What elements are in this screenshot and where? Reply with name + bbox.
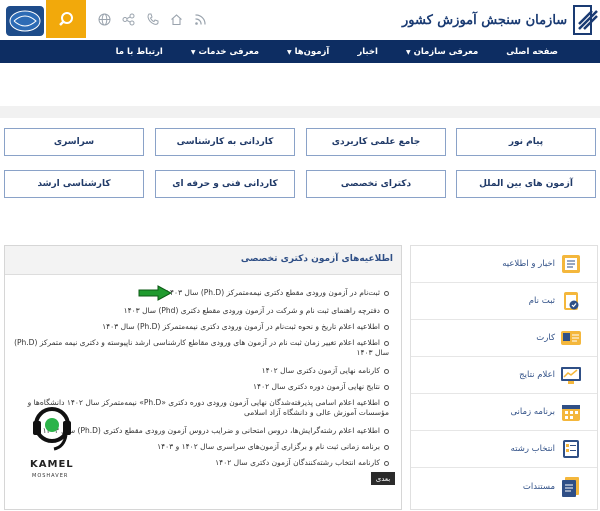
sidebar-item-label: اعلام نتایج xyxy=(519,370,555,380)
announcement-item[interactable]: اطلاعیه اعلام تغییر زمان ثبت نام در آزمو… xyxy=(14,338,389,358)
chevron-down-icon: ▼ xyxy=(190,48,196,56)
secondary-logo[interactable] xyxy=(6,6,44,36)
panel-header: اطلاعیه‌های آزمون دکتری تخصصی xyxy=(5,246,401,275)
exam-button-payam-noor[interactable]: پیام نور xyxy=(456,128,596,156)
more-button[interactable]: بعدی xyxy=(371,472,395,485)
nav-news[interactable]: اخبار xyxy=(343,47,392,57)
sidebar: اخبار و اطلاعیه ثبت نام کارت اعلام نتایج… xyxy=(410,245,598,510)
header-icon-row xyxy=(96,8,208,30)
rss-icon[interactable] xyxy=(192,11,208,27)
bullet-icon xyxy=(384,384,389,390)
announcement-item[interactable]: ثبت‌نام در آزمون ورودی مقطع دکتری نیمه‌م… xyxy=(14,288,389,298)
sidebar-item-results[interactable]: اعلام نتایج xyxy=(411,357,597,394)
bullet-icon xyxy=(384,324,389,330)
exam-button-phd[interactable]: دکترای تخصصی xyxy=(306,170,446,198)
bullet-icon xyxy=(384,444,389,450)
home-icon[interactable] xyxy=(168,11,184,27)
arrow-right-icon xyxy=(138,285,173,301)
bullet-icon xyxy=(384,308,389,314)
nav-home[interactable]: صفحه اصلی xyxy=(492,47,572,57)
bullet-icon xyxy=(384,428,389,434)
calendar-icon xyxy=(559,400,583,424)
nav-services[interactable]: معرفی خدمات▼ xyxy=(177,47,273,57)
announcement-item[interactable]: نتایج نهایی آزمون دوره دکتری سال ۱۴۰۲ xyxy=(14,382,389,392)
org-emblem-icon xyxy=(573,5,599,35)
main-nav: صفحه اصلی معرفی سازمان▼ اخبار آزمون‌ها▼ … xyxy=(0,40,600,63)
org-logo[interactable]: سازمان سنجش آموزش کشور xyxy=(402,4,599,36)
sidebar-item-label: مستندات xyxy=(522,481,555,492)
exam-button-technical-vocational[interactable]: کاردانی فنی و حرفه ای xyxy=(155,170,295,198)
sidebar-item-schedule[interactable]: برنامه زمانی xyxy=(411,394,597,431)
sidebar-item-news[interactable]: اخبار و اطلاعیه xyxy=(411,246,597,283)
id-card-icon xyxy=(559,326,583,350)
chevron-down-icon: ▼ xyxy=(405,48,411,56)
nav-exams[interactable]: آزمون‌ها▼ xyxy=(273,47,343,57)
bullet-icon xyxy=(384,368,389,374)
bullet-icon xyxy=(384,290,389,296)
sidebar-item-field-selection[interactable]: انتخاب رشته xyxy=(411,431,597,468)
clipboard-check-icon xyxy=(559,289,583,313)
documents-icon xyxy=(559,475,583,499)
seal-icon xyxy=(9,10,41,32)
checklist-icon xyxy=(559,437,583,461)
announcement-item[interactable]: کارنامه نهایی آزمون دکتری سال ۱۴۰۲ xyxy=(14,366,389,376)
header: سازمان سنجش آموزش کشور xyxy=(0,0,600,40)
divider-band xyxy=(0,106,600,118)
sidebar-item-label: کارت xyxy=(536,333,555,343)
sidebar-item-label: اخبار و اطلاعیه xyxy=(502,259,555,269)
search-icon xyxy=(59,12,73,26)
exam-button-associate-to-bachelor[interactable]: کاردانی به کارشناسی xyxy=(155,128,295,156)
nav-contact[interactable]: ارتباط با ما xyxy=(102,47,177,57)
bullet-icon xyxy=(384,400,389,406)
sidebar-item-registration[interactable]: ثبت نام xyxy=(411,283,597,320)
exam-button-national[interactable]: سراسری xyxy=(4,128,144,156)
share-icon[interactable] xyxy=(120,11,136,27)
exam-button-international[interactable]: آزمون های بین الملل xyxy=(456,170,596,198)
announcement-item[interactable]: دفترچه راهنمای ثبت نام و شرکت در آزمون و… xyxy=(14,306,389,316)
chart-screen-icon xyxy=(559,363,583,387)
sidebar-item-documents[interactable]: مستندات xyxy=(411,468,597,505)
sidebar-item-card[interactable]: کارت xyxy=(411,320,597,357)
sidebar-item-label: انتخاب رشته xyxy=(510,444,555,454)
watermark-logo: KAMEL MOSHAVER xyxy=(30,395,80,495)
sidebar-item-label: برنامه زمانی xyxy=(510,407,555,417)
announcement-item[interactable]: اطلاعیه اعلام تاریخ و نحوه ثبت‌نام در آز… xyxy=(14,322,389,332)
exam-button-masters[interactable]: کارشناسی ارشد xyxy=(4,170,144,198)
org-name: سازمان سنجش آموزش کشور xyxy=(402,12,568,28)
search-button[interactable] xyxy=(46,0,86,38)
globe-icon[interactable] xyxy=(96,11,112,27)
exam-button-applied-science[interactable]: جامع علمی کاربردی xyxy=(306,128,446,156)
bullet-icon xyxy=(384,340,389,346)
phone-icon[interactable] xyxy=(144,11,160,27)
newspaper-icon xyxy=(559,252,583,276)
bullet-icon xyxy=(384,460,389,466)
sidebar-item-label: ثبت نام xyxy=(528,296,555,306)
watermark-brand: KAMEL xyxy=(30,459,74,470)
chevron-down-icon: ▼ xyxy=(286,48,292,56)
panel-title: اطلاعیه‌های آزمون دکتری تخصصی xyxy=(240,254,393,264)
nav-about[interactable]: معرفی سازمان▼ xyxy=(392,47,492,57)
headset-icon xyxy=(33,407,71,451)
watermark-subtitle: MOSHAVER xyxy=(32,473,69,479)
